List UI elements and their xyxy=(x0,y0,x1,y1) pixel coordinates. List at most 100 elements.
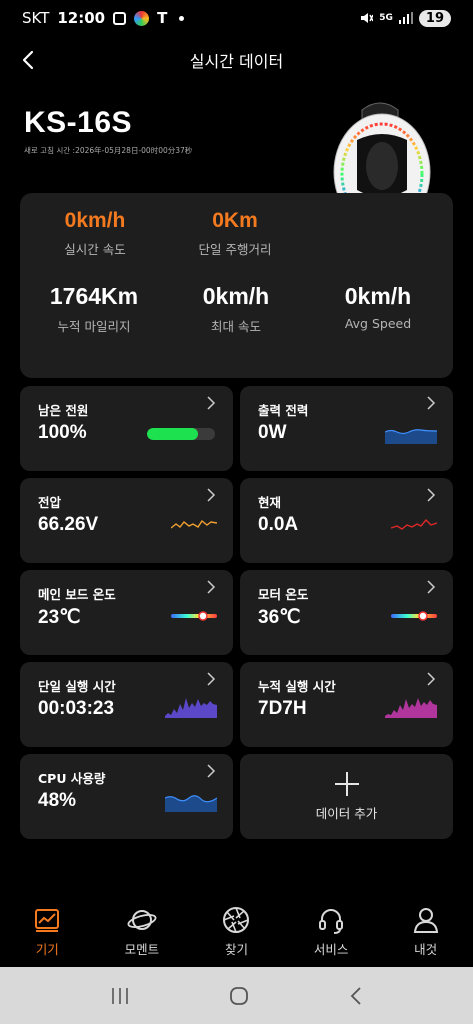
voltage-tile[interactable]: 전압 66.26V xyxy=(20,478,233,563)
chevron-right-icon xyxy=(427,580,436,594)
planet-icon xyxy=(127,910,157,930)
motor-temp-label: 모터 온도 xyxy=(258,587,309,602)
board-temp-tile[interactable]: 메인 보드 온도 23℃ xyxy=(20,570,233,655)
nav-item-find[interactable]: 찾기 xyxy=(189,905,284,967)
add-data-label: 데이터 추가 xyxy=(315,806,378,821)
trip-time-tile[interactable]: 단일 실행 시간 00:03:23 xyxy=(20,662,233,747)
battery-tile[interactable]: 남은 전원 100% xyxy=(20,386,233,471)
realtime-speed-stat: 0km/h 실시간 속도 xyxy=(40,209,150,258)
total-time-label: 누적 실행 시간 xyxy=(258,679,336,694)
signal-icon xyxy=(398,12,413,24)
chevron-right-icon xyxy=(207,580,216,594)
aperture-icon xyxy=(223,907,250,933)
system-nav-bar xyxy=(0,967,473,1024)
device-icon xyxy=(35,909,60,932)
back-nav-icon[interactable] xyxy=(349,986,363,1006)
cpu-usage-tile[interactable]: CPU 사용량 48% xyxy=(20,754,233,839)
trip-distance-label: 단일 주행거리 xyxy=(198,242,272,257)
carrier-label: SKT xyxy=(22,9,50,27)
person-icon xyxy=(413,908,438,933)
chevron-right-icon xyxy=(427,396,436,410)
bottom-nav: 기기 모멘트 찾기 서비스 내것 xyxy=(0,905,473,967)
battery-tile-value: 100% xyxy=(38,422,87,443)
max-speed-label: 최대 속도 xyxy=(211,319,261,334)
network-type: 5G xyxy=(379,13,393,23)
board-temp-gauge xyxy=(171,611,217,621)
chevron-right-icon xyxy=(207,488,216,502)
board-temp-label: 메인 보드 온도 xyxy=(38,587,116,602)
current-tile[interactable]: 현재 0.0A xyxy=(240,478,453,563)
voltage-sparkline xyxy=(171,519,217,529)
nav-item-moment[interactable]: 모멘트 xyxy=(95,905,190,967)
battery-level-fill xyxy=(147,428,198,440)
trip-time-histogram xyxy=(165,698,217,718)
headset-icon xyxy=(319,909,344,934)
cpu-usage-value: 48% xyxy=(38,790,77,811)
nav-label-me: 내것 xyxy=(414,942,438,957)
back-button[interactable] xyxy=(14,46,42,74)
app-notification-icon xyxy=(113,11,127,25)
total-mileage-value: 1764Km xyxy=(49,283,139,309)
chevron-left-icon xyxy=(22,50,34,70)
chevron-right-icon xyxy=(207,764,216,778)
output-power-label: 출력 전력 xyxy=(258,403,309,418)
voltage-value: 66.26V xyxy=(38,514,99,535)
colorful-app-icon xyxy=(134,10,150,26)
trip-time-value: 00:03:23 xyxy=(38,698,115,719)
page-title: 실시간 데이터 xyxy=(189,52,284,71)
add-data-tile[interactable]: 데이터 추가 xyxy=(240,754,453,839)
nav-item-me[interactable]: 내것 xyxy=(378,905,473,967)
more-notifications-icon xyxy=(179,15,185,21)
current-sparkline xyxy=(391,518,437,530)
nav-label-moment: 모멘트 xyxy=(124,942,160,957)
trip-distance-value: 0Km xyxy=(212,209,258,232)
battery-tile-label: 남은 전원 xyxy=(38,403,89,418)
battery-level: 19 xyxy=(418,9,451,27)
nav-item-device[interactable]: 기기 xyxy=(0,905,95,967)
avg-speed-stat: 0km/h Avg Speed xyxy=(320,283,436,331)
motor-temp-tile[interactable]: 모터 온도 36℃ xyxy=(240,570,453,655)
nav-label-device: 기기 xyxy=(35,942,59,957)
output-power-tile[interactable]: 출력 전력 0W xyxy=(240,386,453,471)
plus-icon xyxy=(334,772,359,796)
motor-temp-gauge xyxy=(391,611,437,621)
board-temp-value: 23℃ xyxy=(38,607,81,628)
realtime-speed-label: 실시간 속도 xyxy=(64,242,126,257)
stats-card: 0km/h 실시간 속도 0Km 단일 주행거리 1764Km 누적 마일리지 … xyxy=(20,193,453,378)
chevron-right-icon xyxy=(427,488,436,502)
refresh-time: 새로 고침 시간 :2026年-05月28日-00时00分37秒 xyxy=(24,146,193,155)
chevron-right-icon xyxy=(207,396,216,410)
current-label: 현재 xyxy=(258,495,282,510)
trip-distance-stat: 0Km 단일 주행거리 xyxy=(180,209,290,258)
home-icon[interactable] xyxy=(229,986,249,1006)
chevron-right-icon xyxy=(207,672,216,686)
total-mileage-stat: 1764Km 누적 마일리지 xyxy=(34,283,154,335)
realtime-speed-value: 0km/h xyxy=(64,209,126,232)
battery-level-bar xyxy=(147,428,215,440)
clock: 12:00 xyxy=(57,9,106,27)
total-time-histogram xyxy=(385,698,437,718)
voltage-label: 전압 xyxy=(38,495,62,510)
cpu-usage-label: CPU 사용량 xyxy=(38,771,106,786)
max-speed-value: 0km/h xyxy=(202,283,270,309)
cpu-sparkline xyxy=(165,795,217,812)
power-sparkline xyxy=(385,429,437,444)
status-bar: SKT 12:00 T 5G 19 xyxy=(0,0,473,36)
recent-apps-icon[interactable] xyxy=(110,987,130,1005)
output-power-value: 0W xyxy=(258,422,287,443)
nav-label-service: 서비스 xyxy=(313,942,349,957)
nav-label-find: 찾기 xyxy=(224,942,248,957)
nav-item-service[interactable]: 서비스 xyxy=(284,905,379,967)
app-header: 실시간 데이터 xyxy=(0,40,473,80)
max-speed-stat: 0km/h 최대 속도 xyxy=(178,283,294,335)
total-time-tile[interactable]: 누적 실행 시간 7D7H xyxy=(240,662,453,747)
total-time-value: 7D7H xyxy=(258,698,307,719)
t-app-icon: T xyxy=(157,9,168,27)
chevron-right-icon xyxy=(427,672,436,686)
device-name: KS-16S xyxy=(24,106,133,139)
current-value: 0.0A xyxy=(258,514,299,535)
motor-temp-value: 36℃ xyxy=(258,607,301,628)
total-mileage-label: 누적 마일리지 xyxy=(57,319,131,334)
avg-speed-value: 0km/h xyxy=(344,283,412,309)
trip-time-label: 단일 실행 시간 xyxy=(38,679,116,694)
